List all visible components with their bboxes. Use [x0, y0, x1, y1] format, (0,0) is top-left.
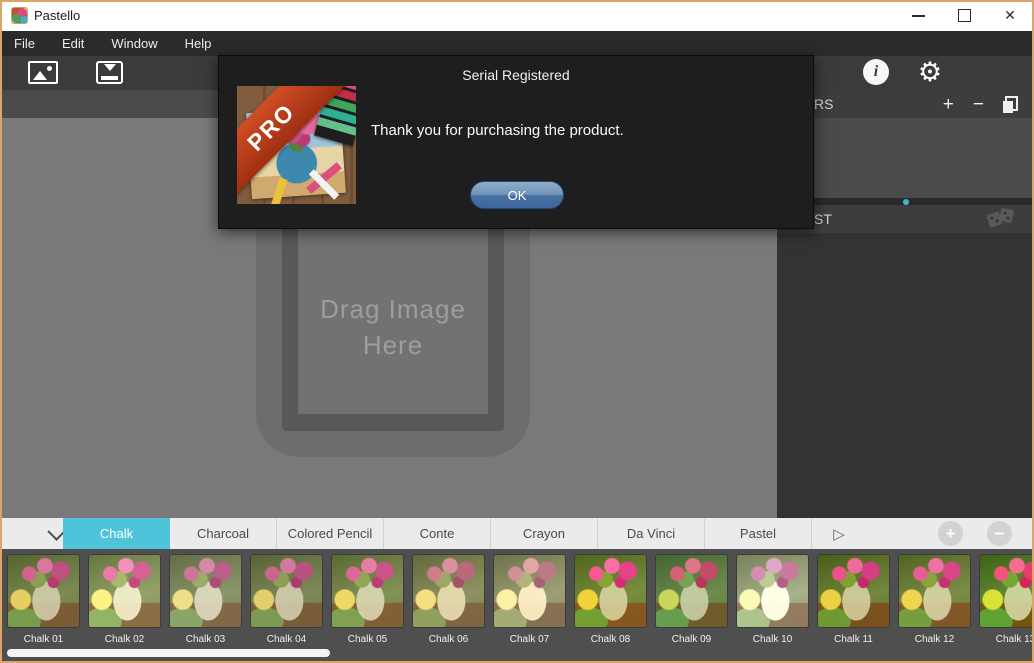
drag-image-placeholder: Drag Image Here — [288, 291, 498, 363]
preset-thumbnail[interactable]: Chalk 07 — [494, 555, 565, 645]
menu-help[interactable]: Help — [185, 36, 212, 51]
preset-image — [656, 555, 727, 627]
preset-label: Chalk 11 — [818, 634, 889, 645]
title-bar: Pastello ✕ — [0, 0, 1034, 31]
tab-conte[interactable]: Conte — [384, 518, 491, 549]
preset-image — [980, 555, 1034, 627]
preset-category-tabs: Chalk Charcoal Colored Pencil Conte Cray… — [63, 518, 812, 549]
menu-edit[interactable]: Edit — [62, 36, 84, 51]
preset-label: Chalk 03 — [170, 634, 241, 645]
preset-image — [251, 555, 322, 627]
menu-bar: File Edit Window Help — [0, 31, 1034, 56]
preset-label: Chalk 04 — [251, 634, 322, 645]
preset-thumbnail-row: Chalk 01 Chalk 02 Chalk 03 Chalk 04 Chal… — [8, 555, 1034, 645]
add-layer-button[interactable]: + — [943, 95, 954, 114]
preset-label: Chalk 06 — [413, 634, 484, 645]
preset-thumbnail[interactable]: Chalk 11 — [818, 555, 889, 645]
dialog-message: Thank you for purchasing the product. — [371, 122, 624, 139]
dialog-title: Serial Registered — [219, 67, 813, 83]
tab-colored-pencil[interactable]: Colored Pencil — [277, 518, 384, 549]
preset-image — [89, 555, 160, 627]
layers-panel-header: RS + − — [777, 90, 1034, 118]
preset-label: Chalk 05 — [332, 634, 403, 645]
preset-thumbnail[interactable]: Chalk 03 — [170, 555, 241, 645]
preset-thumbnail[interactable]: Chalk 01 — [8, 555, 79, 645]
preset-label: Chalk 08 — [575, 634, 646, 645]
play-preview-icon[interactable]: ▷ — [824, 518, 854, 549]
menu-file[interactable]: File — [14, 36, 35, 51]
layers-list[interactable] — [777, 118, 1034, 198]
preset-thumbnail[interactable]: Chalk 04 — [251, 555, 322, 645]
random-preset-dice-icon[interactable] — [986, 207, 1018, 231]
open-image-icon[interactable] — [28, 61, 58, 84]
preset-image — [332, 555, 403, 627]
preset-thumbnail[interactable]: Chalk 06 — [413, 555, 484, 645]
preset-image — [575, 555, 646, 627]
preset-thumbnail[interactable]: Chalk 13 — [980, 555, 1034, 645]
preset-image — [413, 555, 484, 627]
preset-image — [8, 555, 79, 627]
die-icon — [999, 208, 1015, 224]
tab-chalk[interactable]: Chalk — [63, 518, 170, 549]
maximize-button[interactable] — [943, 0, 985, 31]
ok-button[interactable]: OK — [470, 181, 564, 209]
preset-list-header: ST — [777, 205, 1034, 233]
preset-thumbnail[interactable]: Chalk 10 — [737, 555, 808, 645]
window-title: Pastello — [34, 0, 80, 31]
minimize-button[interactable] — [897, 0, 939, 31]
tab-crayon[interactable]: Crayon — [491, 518, 598, 549]
preset-image — [818, 555, 889, 627]
preset-header-label: ST — [814, 211, 986, 227]
preset-label: Chalk 09 — [656, 634, 727, 645]
tab-pastel[interactable]: Pastel — [705, 518, 812, 549]
divider-handle-dot — [903, 199, 909, 205]
preset-image — [899, 555, 970, 627]
duplicate-layer-icon[interactable] — [1003, 96, 1018, 113]
remove-preset-button[interactable]: − — [987, 521, 1012, 546]
product-artwork: PRO — [237, 86, 356, 204]
preset-thumbnail[interactable]: Chalk 02 — [89, 555, 160, 645]
minimize-icon — [912, 15, 925, 17]
maximize-icon — [958, 9, 971, 22]
tab-charcoal[interactable]: Charcoal — [170, 518, 277, 549]
preset-thumbnail[interactable]: Chalk 08 — [575, 555, 646, 645]
menu-window[interactable]: Window — [111, 36, 157, 51]
preset-label: Chalk 07 — [494, 634, 565, 645]
preset-list-area[interactable] — [777, 233, 1034, 518]
info-icon[interactable]: i — [863, 59, 889, 85]
serial-registered-dialog: Serial Registered PRO Thank you for purc… — [218, 55, 814, 229]
tab-da-vinci[interactable]: Da Vinci — [598, 518, 705, 549]
preset-label: Chalk 12 — [899, 634, 970, 645]
preset-label: Chalk 10 — [737, 634, 808, 645]
right-panel: RS + − ST — [777, 90, 1034, 518]
preset-image — [494, 555, 565, 627]
save-image-icon[interactable] — [96, 61, 123, 84]
preset-thumbnail[interactable]: Chalk 09 — [656, 555, 727, 645]
preset-thumbnail[interactable]: Chalk 05 — [332, 555, 403, 645]
preset-label: Chalk 02 — [89, 634, 160, 645]
preset-label: Chalk 01 — [8, 634, 79, 645]
settings-gear-icon[interactable]: ⚙ — [913, 55, 947, 89]
preset-filmstrip: Chalk 01 Chalk 02 Chalk 03 Chalk 04 Chal… — [0, 549, 1034, 663]
remove-layer-button[interactable]: − — [973, 95, 984, 114]
app-icon — [11, 7, 28, 24]
preset-label: Chalk 13 — [980, 634, 1034, 645]
preset-image — [737, 555, 808, 627]
layers-header-label: RS — [814, 96, 943, 112]
add-preset-button[interactable]: + — [938, 521, 963, 546]
panel-divider[interactable] — [777, 198, 1034, 205]
preset-thumbnail[interactable]: Chalk 12 — [899, 555, 970, 645]
preset-image — [170, 555, 241, 627]
filmstrip-scrollbar[interactable] — [7, 649, 330, 657]
close-button[interactable]: ✕ — [989, 0, 1031, 31]
